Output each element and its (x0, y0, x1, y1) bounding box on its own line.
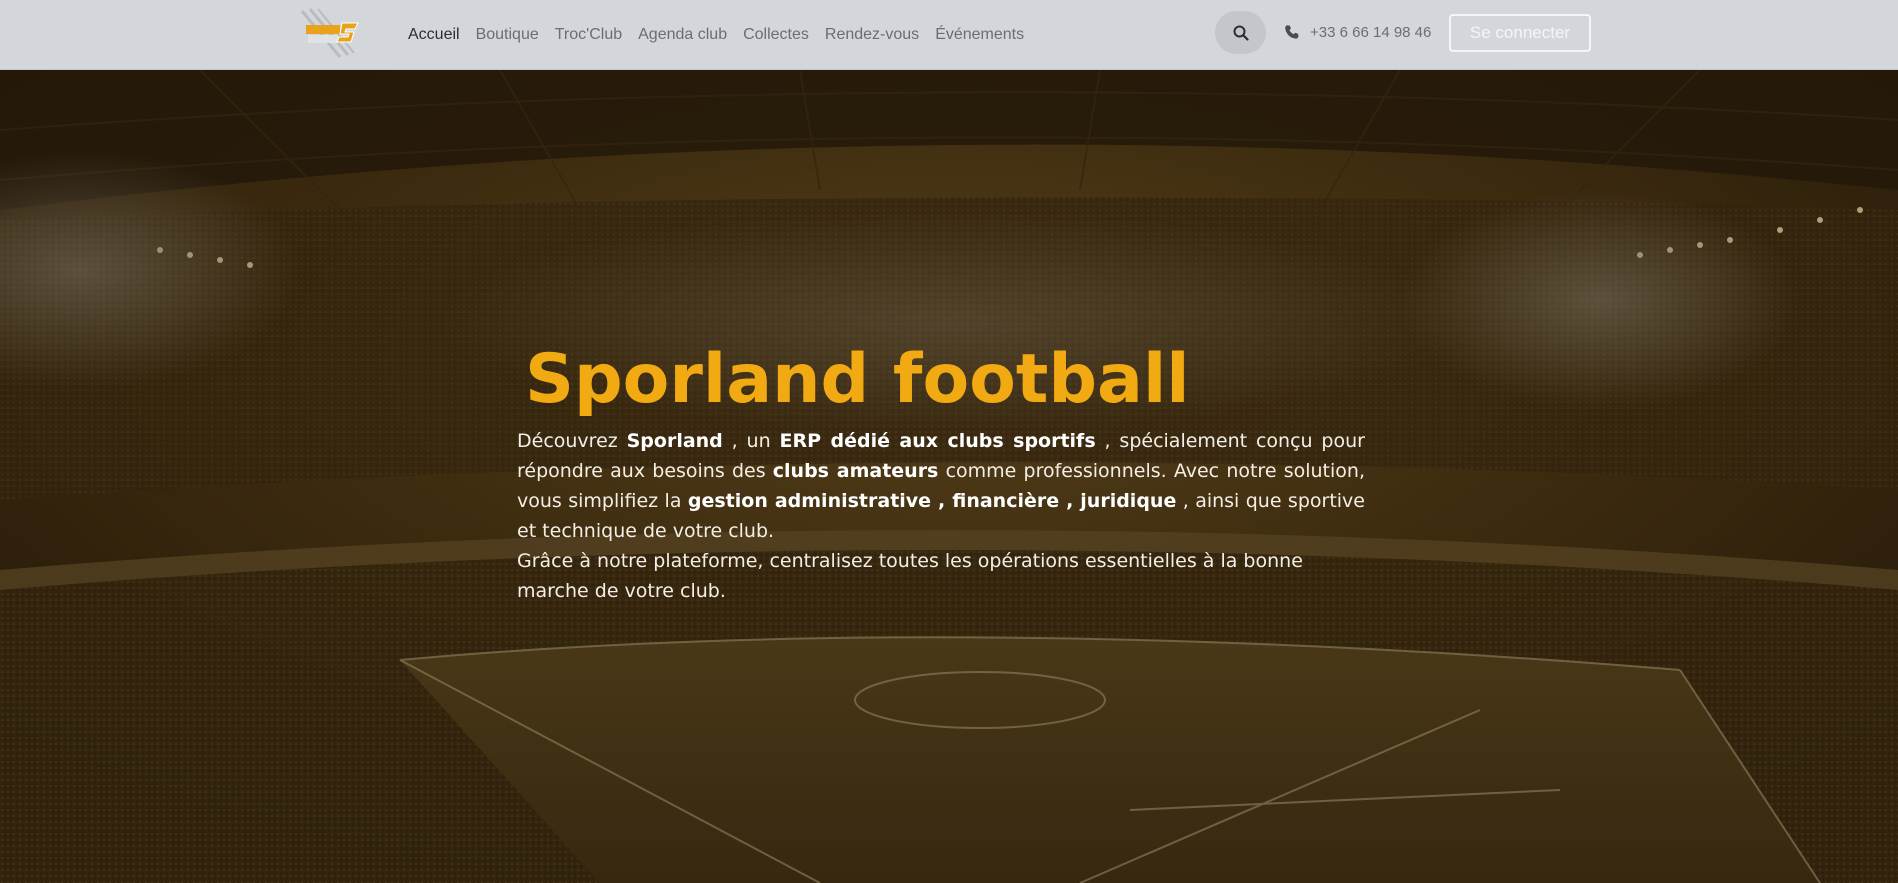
phone-contact[interactable]: +33 6 66 14 98 46 (1284, 0, 1431, 64)
nav-accueil[interactable]: Accueil (408, 26, 460, 44)
nav-evenements[interactable]: Événements (935, 26, 1024, 44)
top-navbar: Accueil Boutique Troc'Club Agenda club C… (0, 0, 1898, 70)
search-button[interactable] (1215, 11, 1266, 54)
hero-description: Découvrez Sporland , un ERP dédié aux cl… (517, 426, 1365, 546)
nav-troc-club[interactable]: Troc'Club (555, 26, 622, 44)
hero-content: Sporland football Découvrez Sporland , u… (517, 340, 1365, 606)
hero-description-2: Grâce à notre plateforme, centralisez to… (517, 550, 1303, 602)
hero-text-bold: ERP dédié aux clubs sportifs (779, 430, 1096, 452)
hero-text-part: Découvrez (517, 430, 627, 452)
nav-agenda-club[interactable]: Agenda club (638, 26, 727, 44)
phone-icon (1285, 25, 1299, 39)
hero-text-bold: Sporland (626, 430, 723, 452)
login-button[interactable]: Se connecter (1449, 14, 1591, 52)
logo-graphic (300, 8, 359, 58)
nav-collectes[interactable]: Collectes (743, 26, 809, 44)
search-icon (1233, 25, 1249, 41)
phone-number: +33 6 66 14 98 46 (1310, 23, 1432, 41)
hero-text-part: , un (722, 430, 780, 452)
nav-rendez-vous[interactable]: Rendez-vous (825, 26, 919, 44)
hero-text-bold: clubs amateurs (772, 460, 939, 482)
hero-section: Sporland football Découvrez Sporland , u… (0, 70, 1898, 883)
main-nav: Accueil Boutique Troc'Club Agenda club C… (408, 0, 1024, 70)
hero-text-bold: gestion administrative , financière , ju… (687, 490, 1177, 512)
sporland-logo[interactable] (296, 7, 368, 59)
nav-boutique[interactable]: Boutique (476, 26, 539, 44)
hero-title: Sporland football (525, 340, 1190, 419)
